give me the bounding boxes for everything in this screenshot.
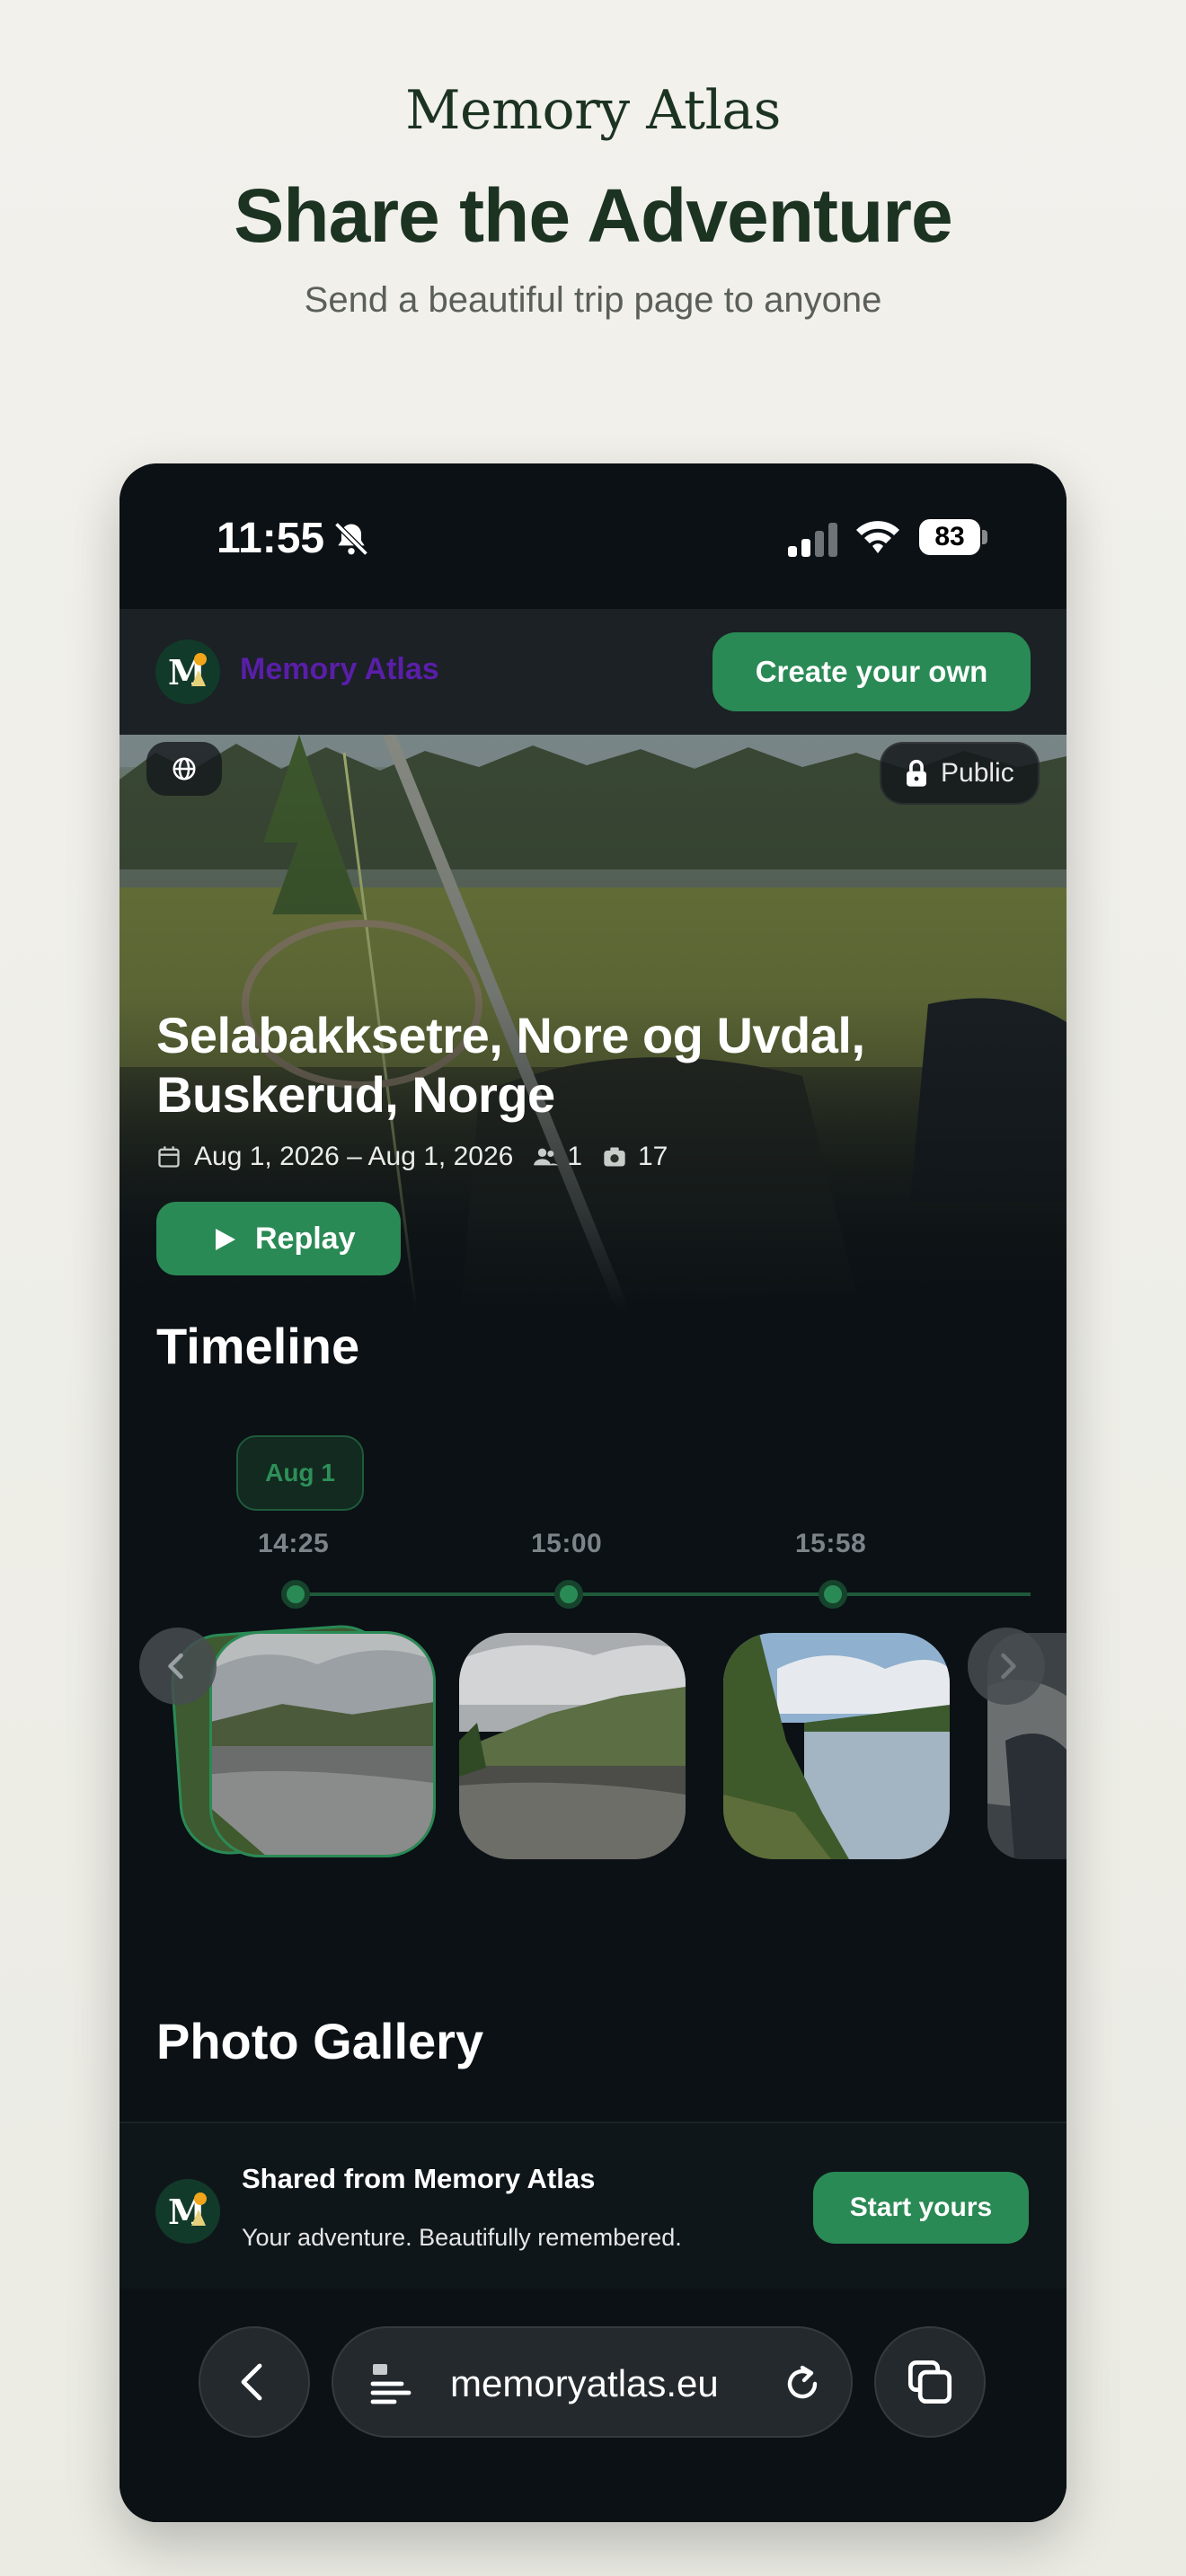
replay-button[interactable]: Replay: [156, 1202, 401, 1275]
tabs-icon: [907, 2360, 952, 2404]
memory-atlas-logo[interactable]: M: [155, 640, 220, 704]
start-yours-button[interactable]: Start yours: [813, 2172, 1029, 2244]
trip-dates: Aug 1, 2026 – Aug 1, 2026: [194, 1142, 514, 1171]
chevron-left-icon: [241, 2363, 262, 2401]
status-time: 11:55: [217, 515, 325, 562]
address-bar[interactable]: memoryatlas.eu: [332, 2326, 853, 2438]
battery-cap: [982, 530, 987, 544]
trip-meta: Aug 1, 2026 – Aug 1, 2026 1 17: [156, 1139, 668, 1175]
timeline-prev-button[interactable]: [139, 1628, 217, 1705]
header-brand[interactable]: Memory Atlas: [240, 652, 439, 687]
browser-tabs-button[interactable]: [874, 2326, 986, 2438]
globe-icon: [173, 757, 196, 781]
timeline-dot[interactable]: [819, 1580, 847, 1609]
people-icon: [534, 1148, 559, 1166]
memory-atlas-logo: M: [155, 2179, 220, 2244]
footer-title: Shared from Memory Atlas: [242, 2163, 596, 2194]
play-icon: [216, 1229, 235, 1250]
photo-thumbnail[interactable]: [459, 1633, 686, 1859]
photo-thumbnail[interactable]: [209, 1631, 436, 1857]
valley-photo: [459, 1633, 686, 1859]
chevron-right-icon: [1001, 1653, 1016, 1680]
timeline-dot[interactable]: [281, 1580, 310, 1609]
time-label: 15:58: [795, 1529, 867, 1558]
browser-toolbar: memoryatlas.eu: [119, 2289, 1067, 2522]
trip-title: Selabakksetre, Nore og Uvdal, Buskerud, …: [156, 1007, 865, 1123]
status-bar: 11:55 83: [119, 463, 1067, 609]
app-header: M Memory Atlas Create your own: [119, 609, 1067, 735]
create-your-own-button[interactable]: Create your own: [712, 632, 1031, 711]
shore-photo: [723, 1633, 950, 1859]
globe-button[interactable]: [146, 742, 222, 796]
reader-mode-icon: [370, 2364, 412, 2404]
timeline-next-button[interactable]: [968, 1628, 1045, 1705]
phone-screen: 11:55 83 M Memory Atlas Create your own …: [119, 463, 1067, 2522]
photo-thumbnail[interactable]: [723, 1633, 950, 1859]
promo-title: Share the Adventure: [234, 173, 952, 258]
timeline-title: Timeline: [156, 1318, 360, 1374]
people-count: 1: [567, 1142, 582, 1171]
chevron-left-icon: [168, 1653, 183, 1680]
hero-banner: Public Selabakksetre, Nore og Uvdal, Bus…: [119, 735, 1067, 1310]
browser-back-button[interactable]: [199, 2326, 310, 2438]
time-label: 15:00: [531, 1529, 603, 1558]
cellular-signal-icon: [788, 523, 837, 557]
bell-muted-icon: [334, 522, 368, 556]
lake-photo: [212, 1634, 433, 1855]
calendar-icon: [158, 1146, 180, 1168]
url-text: memoryatlas.eu: [450, 2362, 719, 2404]
gallery-title: Photo Gallery: [156, 2013, 484, 2069]
replay-label: Replay: [255, 1222, 356, 1256]
reload-icon[interactable]: [781, 2362, 824, 2405]
promo-brand: Memory Atlas: [405, 79, 781, 142]
logo-mark-icon: M: [168, 652, 207, 693]
lock-icon: [907, 759, 926, 787]
day-chip[interactable]: Aug 1: [236, 1435, 364, 1511]
battery-indicator: 83: [919, 519, 980, 555]
timeline-track: [296, 1592, 1031, 1596]
time-label: 14:25: [258, 1529, 330, 1558]
logo-mark-icon: M: [168, 2192, 207, 2232]
wifi-icon: [856, 521, 899, 553]
share-footer: M Shared from Memory Atlas Your adventur…: [119, 2122, 1067, 2289]
camera-icon: [604, 1147, 625, 1167]
photo-count: 17: [638, 1142, 668, 1171]
visibility-label: Public: [941, 758, 1014, 788]
promo-subtitle: Send a beautiful trip page to anyone: [304, 280, 882, 320]
visibility-badge[interactable]: Public: [880, 742, 1040, 805]
timeline-dot[interactable]: [554, 1580, 583, 1609]
footer-subtitle: Your adventure. Beautifully remembered.: [242, 2224, 682, 2251]
